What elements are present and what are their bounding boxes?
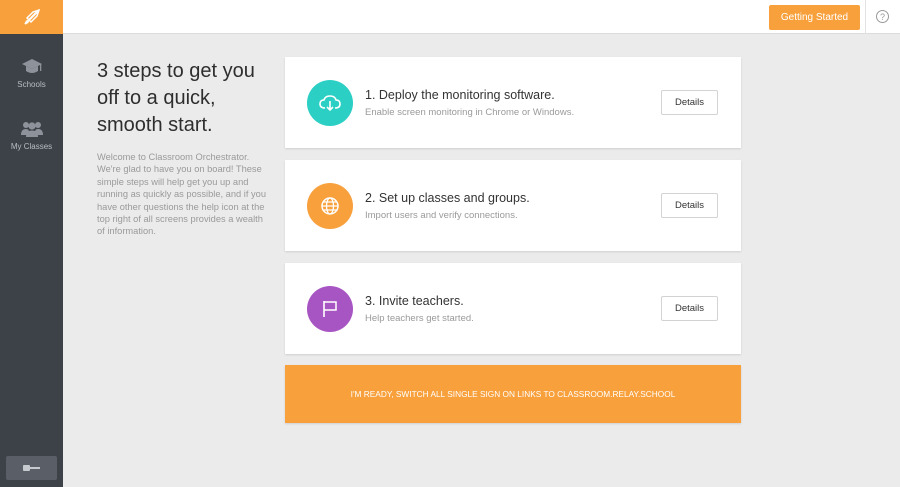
step-icon-badge bbox=[307, 80, 353, 126]
step-subtitle: Import users and verify connections. bbox=[365, 210, 518, 221]
app-logo[interactable] bbox=[0, 0, 63, 34]
step-icon-badge bbox=[307, 286, 353, 332]
cloud-download-icon bbox=[319, 95, 341, 112]
welcome-text: Welcome to Classroom Orchestrator. We're… bbox=[97, 152, 266, 237]
sidebar-item-label: Schools bbox=[17, 80, 46, 89]
step-title: 3. Invite teachers. bbox=[365, 294, 464, 308]
step-title: 2. Set up classes and groups. bbox=[365, 191, 530, 205]
sidebar: Schools My Classes bbox=[0, 0, 63, 487]
sidebar-item-label: My Classes bbox=[10, 142, 53, 151]
step-card-deploy: 1. Deploy the monitoring software. Enabl… bbox=[285, 57, 741, 148]
flag-icon bbox=[323, 301, 337, 317]
help-icon[interactable]: ? bbox=[876, 10, 889, 23]
step-subtitle: Enable screen monitoring in Chrome or Wi… bbox=[365, 107, 575, 118]
details-button[interactable]: Details bbox=[661, 90, 718, 115]
step-title: 1. Deploy the monitoring software. bbox=[365, 88, 555, 102]
graduation-cap-icon bbox=[21, 59, 42, 73]
getting-started-button[interactable]: Getting Started bbox=[769, 5, 860, 30]
step-card-setup-classes: 2. Set up classes and groups. Import use… bbox=[285, 160, 741, 251]
key-icon bbox=[22, 465, 40, 471]
compass-logo-icon bbox=[23, 8, 40, 25]
top-bar: Getting Started ? bbox=[63, 0, 900, 34]
details-button[interactable]: Details bbox=[661, 193, 718, 218]
globe-icon bbox=[321, 197, 339, 215]
sidebar-item-my-classes[interactable]: My Classes bbox=[0, 120, 63, 151]
sidebar-bottom-button[interactable] bbox=[6, 456, 57, 480]
page-title: 3 steps to get you off to a quick, smoot… bbox=[97, 60, 255, 136]
ready-switch-sso-button[interactable]: I'M READY, SWITCH ALL SINGLE SIGN ON LIN… bbox=[285, 365, 741, 423]
step-icon-badge bbox=[307, 183, 353, 229]
divider bbox=[865, 0, 866, 34]
sidebar-item-schools[interactable]: Schools bbox=[0, 58, 63, 89]
step-card-invite-teachers: 3. Invite teachers. Help teachers get st… bbox=[285, 263, 741, 354]
step-subtitle: Help teachers get started. bbox=[365, 313, 474, 324]
users-icon bbox=[20, 122, 43, 137]
details-button[interactable]: Details bbox=[661, 296, 718, 321]
